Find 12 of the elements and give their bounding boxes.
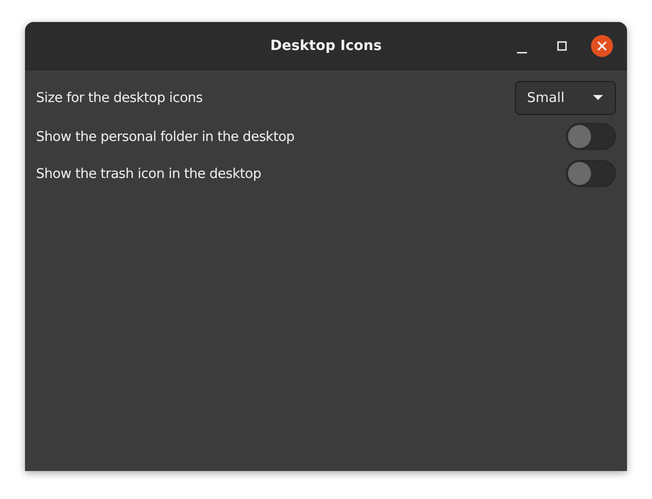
setting-label: Show the trash icon in the desktop [36,166,262,182]
toggle-switch[interactable] [566,160,616,187]
toggle-switch[interactable] [566,123,616,150]
caret-icon [593,95,603,101]
maximize-icon [557,40,567,50]
setting-label: Show the personal folder in the desktop [36,128,294,144]
minimize-icon [517,52,527,54]
size-dropdown[interactable]: Small [515,81,616,115]
setting-label: Size for the desktop icons [36,90,203,106]
close-icon [597,40,607,50]
window-title: Desktop Icons [270,38,382,54]
close-button[interactable] [591,34,613,56]
